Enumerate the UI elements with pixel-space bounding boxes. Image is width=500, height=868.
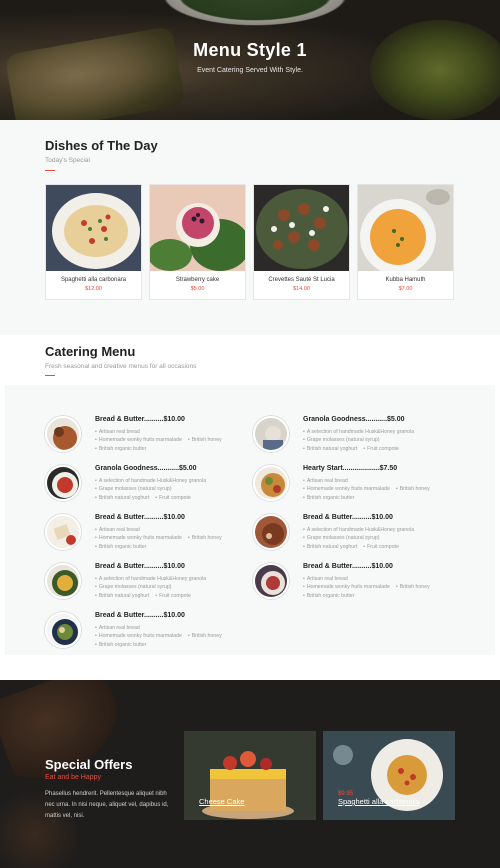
dish-image	[150, 185, 245, 271]
offers-subtitle: Eat and be Happy	[45, 774, 102, 781]
dish-name: Spaghetti alla carbonara	[60, 277, 127, 283]
menu-bullet: British natural yoghurt	[95, 592, 149, 600]
menu-item-details: Artisan real bread Homemade wonky fruits…	[303, 575, 463, 600]
menu-item-title: Bread & Butter..........$10.00	[95, 563, 185, 570]
menu-bullet: British honey	[188, 534, 222, 542]
catering-title: Catering Menu	[45, 344, 136, 359]
menu-bullet: British organic butter	[95, 641, 147, 649]
menu-bullet: Fruit compote	[155, 592, 191, 600]
menu-item-image	[45, 416, 81, 452]
menu-item-title: Bread & Butter..........$10.00	[95, 416, 185, 423]
menu-bullet: British natural yoghurt	[303, 445, 357, 453]
dish-price: $12.00	[85, 286, 102, 292]
menu-bullet: Fruit compote	[363, 445, 399, 453]
dish-card[interactable]: Crevettes Sauté St Lucia $14.00	[253, 184, 350, 300]
menu-bullet: British honey	[396, 485, 430, 493]
dish-image	[358, 185, 453, 271]
offers-title: Special Offers	[45, 757, 133, 772]
menu-item-details: A selection of handmade Husk&Honey grano…	[303, 428, 463, 453]
dish-name: Crevettes Sauté St Lucia	[268, 277, 335, 283]
menu-item-title: Bread & Butter..........$10.00	[303, 563, 393, 570]
menu-item-title: Hearty Start...................$7.50	[303, 465, 398, 472]
menu-item-image	[45, 465, 81, 501]
offer-card[interactable]: $9.95 Spaghetti alla carbonara	[323, 731, 455, 820]
menu-item-title: Granola Goodness...........$5.00	[303, 416, 405, 423]
dish-price: $5.00	[190, 286, 205, 292]
menu-item-details: A selection of handmade Husk&Honey grano…	[95, 575, 255, 600]
menu-bullet: British natural yoghurt	[303, 543, 357, 551]
dish-card[interactable]: Kubba Hamuth $7.00	[357, 184, 454, 300]
menu-bullet: Artisan real bread	[95, 526, 140, 534]
menu-bullet: British honey	[396, 583, 430, 591]
dish-card[interactable]: Spaghetti alla carbonara $12.00	[45, 184, 142, 300]
menu-bullet: British honey	[188, 436, 222, 444]
offer-card-image	[184, 731, 316, 820]
dishes-subtitle: Today's Special	[45, 157, 90, 164]
catering-underline	[45, 375, 55, 376]
menu-bullet: Artisan real bread	[95, 624, 140, 632]
menu-bullet: Grape molasses (natural syrup)	[95, 583, 172, 591]
menu-bullet: Artisan real bread	[303, 575, 348, 583]
dishes-title: Dishes of The Day	[45, 138, 158, 153]
menu-bullet: Homemade wonky fruits marmalade	[95, 436, 182, 444]
menu-item-title: Bread & Butter..........$10.00	[95, 514, 185, 521]
menu-bullet: British organic butter	[303, 494, 355, 502]
menu-bullet: A selection of handmade Husk&Honey grano…	[95, 477, 206, 485]
menu-bullet: British organic butter	[303, 592, 355, 600]
menu-bullet: Fruit compote	[363, 543, 399, 551]
dish-card[interactable]: Strawberry cake $5.00	[149, 184, 246, 300]
menu-item-details: Artisan real bread Homemade wonky fruits…	[303, 477, 463, 502]
menu-item-details: A selection of handmade Husk&Honey grano…	[95, 477, 255, 502]
menu-item-details: A selection of handmade Husk&Honey grano…	[303, 526, 463, 551]
offer-card[interactable]: Cheese Cake	[184, 731, 316, 820]
menu-bullet: Homemade wonky fruits marmalade	[95, 632, 182, 640]
hero-title: Menu Style 1	[193, 40, 307, 60]
menu-bullet: Grape molasses (natural syrup)	[303, 436, 380, 444]
offer-card-name[interactable]: Cheese Cake	[199, 797, 244, 806]
catering-subtitle: Fresh seasonal and creative menus for al…	[45, 363, 197, 370]
menu-item-title: Bread & Butter..........$10.00	[95, 612, 185, 619]
hero-subtitle: Event Catering Served With Style.	[197, 67, 303, 74]
menu-bullet: Fruit compote	[155, 494, 191, 502]
menu-bullet: A selection of handmade Husk&Honey grano…	[303, 428, 414, 436]
menu-bullet: Homemade wonky fruits marmalade	[303, 485, 390, 493]
hero-banner: Menu Style 1 Event Catering Served With …	[0, 0, 500, 120]
menu-bullet: British honey	[188, 632, 222, 640]
menu-bullet: A selection of handmade Husk&Honey grano…	[95, 575, 206, 583]
menu-bullet: British natural yoghurt	[95, 494, 149, 502]
menu-item-details: Artisan real bread Homemade wonky fruits…	[95, 526, 255, 551]
dish-price: $14.00	[293, 286, 310, 292]
menu-item-image	[45, 563, 81, 599]
menu-bullet: Homemade wonky fruits marmalade	[303, 583, 390, 591]
offer-card-name[interactable]: Spaghetti alla carbonara	[338, 797, 419, 806]
dish-image	[46, 185, 141, 271]
menu-item-title: Granola Goodness...........$5.00	[95, 465, 197, 472]
menu-bullet: A selection of handmade Husk&Honey grano…	[303, 526, 414, 534]
menu-item-title: Bread & Butter..........$10.00	[303, 514, 393, 521]
menu-item-image	[253, 416, 289, 452]
dish-name: Strawberry cake	[175, 277, 220, 283]
menu-bullet: Artisan real bread	[95, 428, 140, 436]
menu-bullet: Grape molasses (natural syrup)	[95, 485, 172, 493]
offer-card-image	[323, 731, 455, 820]
menu-item-image	[45, 514, 81, 550]
dishes-underline	[45, 170, 55, 171]
menu-item-image	[253, 465, 289, 501]
menu-bullet: British organic butter	[95, 543, 147, 551]
menu-item-image	[253, 563, 289, 599]
menu-item-image	[253, 514, 289, 550]
dish-price: $7.00	[398, 286, 413, 292]
offers-text: Phasellus hendrerit. Pellentesque alique…	[45, 791, 169, 819]
menu-bullet: British organic butter	[95, 445, 147, 453]
dish-name: Kubba Hamuth	[385, 277, 426, 283]
menu-item-details: Artisan real bread Homemade wonky fruits…	[95, 624, 255, 649]
dish-image	[254, 185, 349, 271]
menu-bullet: Grape molasses (natural syrup)	[303, 534, 380, 542]
menu-item-details: Artisan real bread Homemade wonky fruits…	[95, 428, 255, 453]
menu-bullet: Artisan real bread	[303, 477, 348, 485]
menu-bullet: Homemade wonky fruits marmalade	[95, 534, 182, 542]
menu-item-image	[45, 612, 81, 648]
